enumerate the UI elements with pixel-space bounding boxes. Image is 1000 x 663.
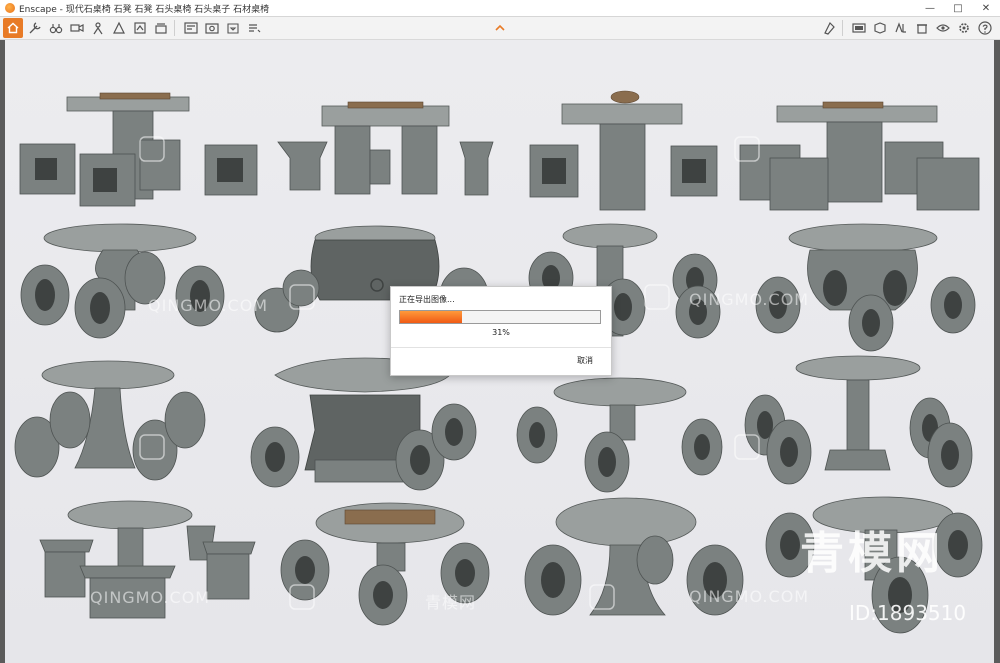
person-icon[interactable] — [89, 19, 107, 37]
round-stone-table-set-4 — [14, 360, 206, 481]
stone-stools-pair — [204, 141, 328, 196]
progress-percent: 31% — [492, 328, 510, 337]
screenshot-icon[interactable] — [203, 19, 221, 37]
round-stone-table-set-1 — [20, 223, 225, 339]
title-bar: Enscape - 现代石桌椅 石凳 石凳 石头桌椅 石头桌子 石材桌椅 — □… — [0, 0, 1000, 17]
toolbar-separator — [842, 20, 843, 36]
window-title: Enscape - 现代石桌椅 石凳 石凳 石头桌椅 石头桌子 石材桌椅 — [19, 4, 270, 15]
maximize-button[interactable]: □ — [944, 0, 972, 16]
enscape-logo-icon — [5, 3, 15, 13]
square-stone-table-set-3 — [529, 90, 718, 211]
round-stone-table-set-3 — [755, 223, 976, 352]
toolbar-right-group — [817, 19, 994, 37]
sync-icon[interactable] — [131, 19, 149, 37]
layers-icon[interactable] — [152, 19, 170, 37]
dialog-title: 正在导出图像... — [399, 295, 455, 304]
window-controls: — □ ✕ — [916, 0, 1000, 16]
dialog-divider — [391, 347, 611, 348]
square-stone-table-set-4 — [739, 101, 980, 211]
export-icon[interactable] — [224, 19, 242, 37]
render-icon[interactable] — [182, 19, 200, 37]
home-icon[interactable] — [3, 18, 23, 38]
settings-icon[interactable] — [955, 19, 973, 37]
binoculars-icon[interactable] — [47, 19, 65, 37]
feedback-icon[interactable] — [934, 19, 952, 37]
round-stone-table-set-6 — [744, 355, 973, 488]
progress-bar — [399, 310, 601, 324]
progress-bar-fill — [400, 311, 462, 323]
toolbar-separator — [174, 20, 175, 36]
watermark-id: ID:1893510 — [849, 601, 967, 625]
watermark-text: QINGMO.COM — [689, 587, 810, 606]
watermark-text: QINGMO.COM — [689, 290, 810, 309]
round-stone-table-set-5 — [516, 377, 723, 493]
watermark-text: QINGMO.COM — [148, 296, 269, 315]
watermark-brand: 青模网 — [800, 528, 944, 579]
export-progress-dialog: 正在导出图像... 31% 取消 — [390, 286, 612, 376]
vr-icon[interactable] — [871, 19, 889, 37]
asset-library-icon[interactable] — [820, 19, 838, 37]
ornate-stone-table-set — [250, 357, 477, 491]
cancel-button[interactable]: 取消 — [577, 355, 593, 366]
view-icon[interactable] — [245, 19, 263, 37]
minimize-button[interactable]: — — [916, 0, 944, 16]
panorama-icon[interactable] — [850, 19, 868, 37]
square-stone-table-set-2 — [321, 101, 494, 196]
chevron-up-icon[interactable] — [494, 23, 506, 33]
help-icon[interactable] — [976, 19, 994, 37]
watermark-text: 青模网 — [425, 593, 477, 612]
objects-icon[interactable] — [892, 19, 910, 37]
watermark-text: QINGMO.COM — [90, 588, 211, 607]
close-button[interactable]: ✕ — [972, 0, 1000, 16]
walk-icon[interactable] — [110, 19, 128, 37]
settings-tools-icon[interactable] — [26, 19, 44, 37]
viewport-right-edge — [994, 40, 1000, 663]
cup-icon[interactable] — [913, 19, 931, 37]
video-icon[interactable] — [68, 19, 86, 37]
